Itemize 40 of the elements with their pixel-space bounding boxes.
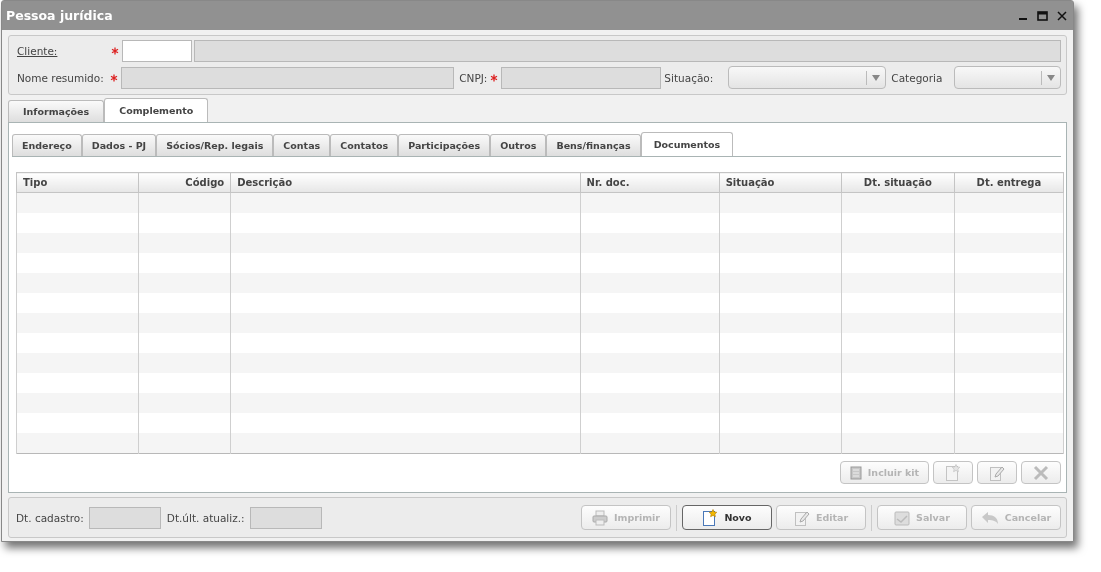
tab[interactable]: Documentos [640, 132, 734, 156]
dropdown-arrow-icon [1047, 74, 1055, 81]
undo-icon [980, 509, 999, 526]
tab[interactable]: Endereço [12, 134, 82, 156]
tab[interactable]: Complemento [104, 98, 209, 122]
column-header[interactable]: Situação [719, 172, 842, 193]
tab[interactable]: Bens/finanças [546, 134, 641, 156]
column-header[interactable]: Descrição [230, 172, 580, 193]
field-label: Cliente: [17, 45, 59, 57]
tab[interactable]: Contatos [330, 134, 399, 156]
tab[interactable]: Informações [8, 100, 105, 122]
category-dropdown[interactable] [954, 66, 1061, 89]
delete-icon [1033, 464, 1049, 481]
column-header[interactable]: Código [138, 172, 231, 193]
field-label: CNPJ: [459, 71, 488, 84]
maximize-icon[interactable] [1037, 10, 1048, 21]
tab[interactable]: Participações [398, 134, 491, 156]
column-header[interactable]: Tipo [16, 172, 139, 193]
tab[interactable]: Dados - PJ [81, 134, 157, 156]
book-icon [849, 465, 862, 480]
new-document-icon [702, 508, 719, 527]
field-label: Categoria [891, 71, 944, 84]
field-label: Dt.últ. atualiz.: [166, 511, 245, 524]
tab[interactable]: Sócios/Rep. legais [156, 134, 274, 156]
new-button[interactable]: Novo [682, 505, 772, 530]
dropdown-arrow-icon [872, 74, 881, 81]
tab[interactable]: Contas [273, 134, 331, 156]
field-label: Dt. cadastro: [16, 511, 84, 524]
close-icon[interactable] [1057, 10, 1067, 21]
window-title: Pessoa jurídica [6, 8, 114, 23]
status-dropdown[interactable] [728, 66, 887, 89]
tab[interactable]: Outros [490, 134, 547, 156]
client-code-field[interactable] [122, 40, 192, 62]
field-label: Nome resumido: [17, 71, 105, 84]
field-label: Situação: [664, 71, 715, 84]
printer-icon [592, 509, 608, 526]
column-header[interactable]: Nr. doc. [580, 172, 720, 193]
column-header[interactable]: Dt. situação [841, 172, 955, 193]
column-header[interactable]: Dt. entrega [954, 172, 1064, 193]
new-document-icon [945, 463, 961, 482]
